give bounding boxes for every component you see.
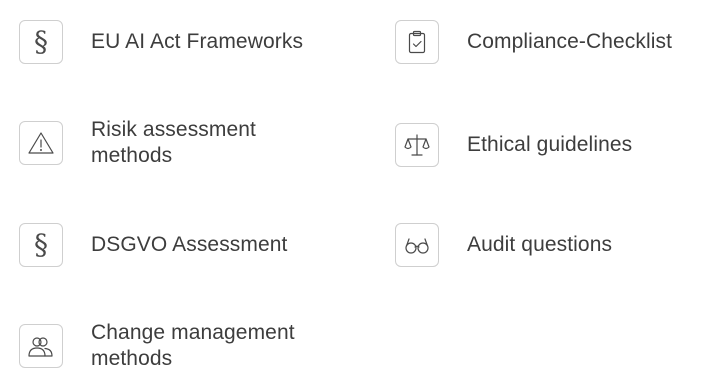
list-item-ethical-guidelines[interactable]: Ethical guidelines bbox=[395, 123, 632, 167]
scales-icon bbox=[395, 123, 439, 167]
list-item-dsgvo-assessment[interactable]: § DSGVO Assessment bbox=[19, 223, 288, 267]
clipboard-check-icon bbox=[395, 20, 439, 64]
list-item-compliance-checklist[interactable]: Compliance-Checklist bbox=[395, 20, 672, 64]
list-item-eu-ai-act-frameworks[interactable]: § EU AI Act Frameworks bbox=[19, 20, 303, 64]
list-item-label: DSGVO Assessment bbox=[91, 233, 288, 256]
list-item-audit-questions[interactable]: Audit questions bbox=[395, 223, 612, 267]
list-item-risk-assessment-methods[interactable]: Risik assessment methods bbox=[19, 117, 301, 169]
list-item-label: Change management methods bbox=[91, 321, 295, 370]
list-item-change-management-methods[interactable]: Change management methods bbox=[19, 320, 301, 372]
list-item-label: EU AI Act Frameworks bbox=[91, 30, 304, 53]
list-item-label: Compliance-Checklist bbox=[467, 30, 673, 53]
svg-text:§: § bbox=[34, 28, 48, 56]
svg-text:§: § bbox=[34, 231, 48, 259]
users-icon bbox=[19, 324, 63, 368]
list-item-label: Ethical guidelines bbox=[467, 133, 633, 156]
section-sign-icon: § bbox=[19, 20, 63, 64]
list-item-label: Audit questions bbox=[467, 233, 613, 256]
warning-triangle-icon bbox=[19, 121, 63, 165]
list-item-label: Risik assessment methods bbox=[91, 118, 256, 167]
glasses-icon bbox=[395, 223, 439, 267]
section-sign-icon: § bbox=[19, 223, 63, 267]
